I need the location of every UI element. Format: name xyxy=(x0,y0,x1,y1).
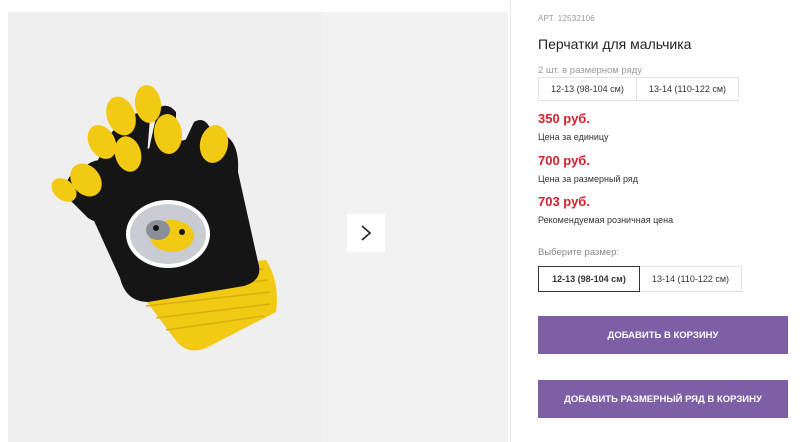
choose-size-label: Выберите размер: xyxy=(538,247,620,258)
pack-size-item: 12-13 (98-104 см) xyxy=(538,77,637,101)
pack-size-item: 13-14 (110-122 см) xyxy=(637,77,739,101)
product-gallery xyxy=(8,12,508,442)
article-number: АРТ. 12532106 xyxy=(538,14,595,23)
pack-price: 700 руб. xyxy=(538,153,590,168)
pack-price-note: Цена за размерный ряд xyxy=(538,174,639,184)
product-info-panel: АРТ. 12532106 Перчатки для мальчика 2 шт… xyxy=(538,0,800,442)
panel-divider xyxy=(510,0,511,442)
glove-product-image xyxy=(51,85,277,351)
size-pack-info: 2 шт. в размерном ряду 12-13 (98-104 см)… xyxy=(538,60,739,102)
pack-sizes: 12-13 (98-104 см) 13-14 (110-122 см) xyxy=(538,77,739,101)
chevron-right-icon-glyph xyxy=(361,225,372,241)
size-option[interactable]: 13-14 (110-122 см) xyxy=(640,266,742,292)
unit-price-note: Цена за единицу xyxy=(538,132,609,142)
add-pack-to-cart-button[interactable]: ДОБАВИТЬ РАЗМЕРНЫЙ РЯД В КОРЗИНУ xyxy=(538,380,788,418)
unit-price: 350 руб. xyxy=(538,111,590,126)
product-photo xyxy=(8,12,322,442)
add-to-cart-button[interactable]: ДОБАВИТЬ В КОРЗИНУ xyxy=(538,316,788,354)
chevron-right-icon[interactable] xyxy=(347,214,385,252)
size-options: 12-13 (98-104 см) 13-14 (110-122 см) xyxy=(538,266,742,292)
retail-price: 703 руб. xyxy=(538,194,590,209)
size-option-selected[interactable]: 12-13 (98-104 см) xyxy=(538,266,640,292)
retail-price-note: Рекомендуемая розничная цена xyxy=(538,215,674,225)
pack-label: 2 шт. в размерном ряду xyxy=(538,65,643,76)
product-title: Перчатки для мальчика xyxy=(538,36,692,52)
